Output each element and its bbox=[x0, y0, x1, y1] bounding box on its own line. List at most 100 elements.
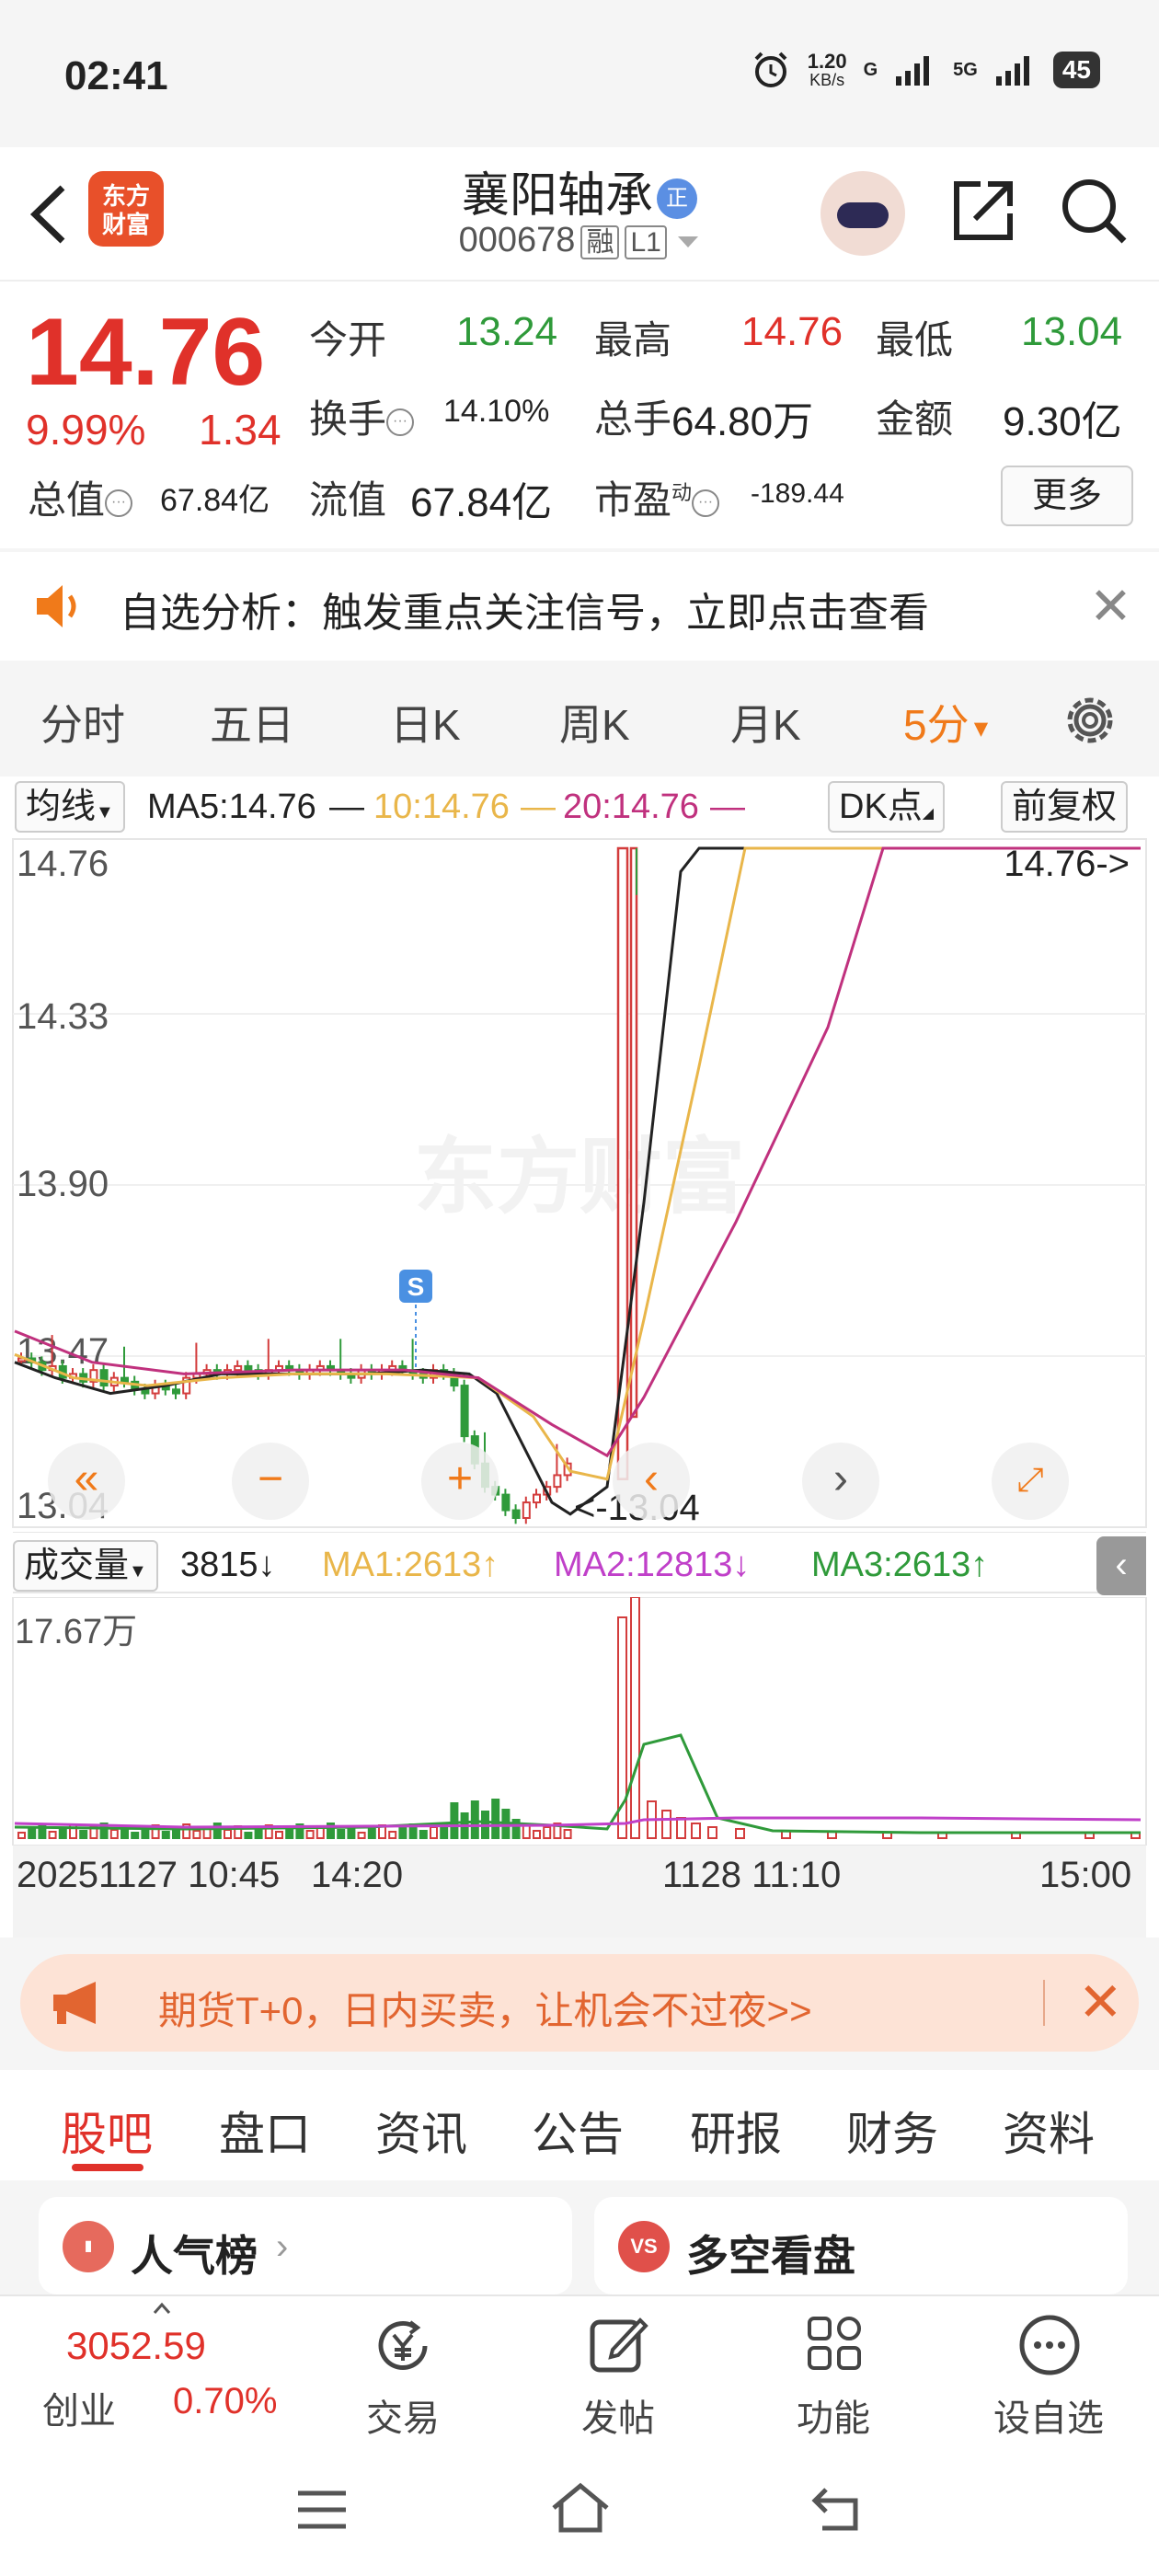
stat-label-pe: 市盈动 ··· bbox=[594, 469, 720, 525]
tab-daily-k[interactable]: 日K bbox=[390, 692, 461, 753]
candle-body bbox=[244, 1364, 253, 1372]
alarm-icon bbox=[754, 52, 787, 87]
volume-bar bbox=[131, 1832, 140, 1839]
more-dots-icon[interactable]: ··· bbox=[386, 408, 415, 436]
close-icon[interactable]: ✕ bbox=[1078, 1971, 1123, 2033]
volume-bar bbox=[109, 1829, 119, 1839]
ma10-value: 10:14.76 bbox=[373, 788, 510, 826]
volume-bar bbox=[661, 1810, 671, 1839]
indicator-dropdown[interactable]: 均线▼ bbox=[15, 781, 125, 833]
watermark: 东方财富 bbox=[414, 1132, 745, 1224]
signal-label: S bbox=[407, 1272, 425, 1301]
scroll-left-icon[interactable]: ‹ bbox=[613, 1443, 690, 1520]
chevron-down-icon[interactable] bbox=[676, 233, 700, 251]
kline-chart[interactable]: 东方财富 14.7614.3313.9013.4713.04 14.76-><-… bbox=[0, 837, 1159, 1536]
volume-panel[interactable]: 成交量▼ 3815↓ MA1:2613↑ MA2:12813↓ MA3:2613… bbox=[0, 1533, 1159, 1938]
home-icon[interactable] bbox=[548, 2480, 613, 2536]
more-circle-icon bbox=[1019, 2315, 1080, 2375]
signal-bars-icon bbox=[896, 56, 930, 86]
vs-icon: VS bbox=[618, 2221, 670, 2272]
more-dots-icon[interactable]: ··· bbox=[692, 489, 720, 517]
signal-5g: 5G bbox=[953, 59, 978, 80]
price-axis-label: 13.90 bbox=[17, 1164, 109, 1204]
index-change: 0.70% bbox=[173, 2381, 278, 2421]
stat-value-amount: 9.30亿 bbox=[1003, 399, 1122, 444]
search-icon[interactable] bbox=[1058, 175, 1130, 247]
menu-icon[interactable] bbox=[294, 2488, 350, 2532]
footer-label: 功能 bbox=[797, 2398, 870, 2439]
zoom-in-icon[interactable]: + bbox=[421, 1443, 499, 1520]
fullscreen-icon[interactable]: ⤢ bbox=[992, 1443, 1069, 1520]
back-icon[interactable] bbox=[809, 2482, 865, 2534]
index-ticker[interactable]: 3052.59 创业 0.70% bbox=[18, 2296, 277, 2444]
dk-point-button[interactable]: DK点◢ bbox=[828, 781, 946, 833]
zoom-out-icon[interactable]: − bbox=[232, 1443, 309, 1520]
tab-forum[interactable]: 股吧 bbox=[61, 2098, 153, 2164]
stat-value-volume: 64.80万 bbox=[671, 399, 814, 444]
level-tag: L1 bbox=[625, 225, 667, 259]
volume-bar bbox=[192, 1830, 201, 1839]
stat-label-volume: 总手 bbox=[594, 397, 672, 441]
card-title: 人气榜 bbox=[131, 2232, 258, 2280]
close-icon[interactable]: ✕ bbox=[1089, 576, 1132, 637]
price-axis-label: 14.33 bbox=[17, 996, 109, 1037]
gear-icon[interactable] bbox=[1060, 690, 1120, 751]
index-value: 3052.59 bbox=[66, 2324, 206, 2367]
volume-bar bbox=[563, 1829, 572, 1839]
tab-profile[interactable]: 资料 bbox=[1003, 2098, 1095, 2164]
tab-announcements[interactable]: 公告 bbox=[532, 2098, 624, 2164]
volume-bar bbox=[305, 1830, 315, 1839]
scroll-left-fast-icon[interactable]: « bbox=[48, 1443, 125, 1520]
futures-ad-banner[interactable]: 期货T+0，日内买卖，让机会不过夜>> ✕ bbox=[20, 1954, 1139, 2052]
stock-header: 东方 财富 襄阳轴承正 000678 融 L1 bbox=[0, 147, 1159, 282]
stock-code: 000678 bbox=[458, 221, 576, 259]
popularity-card[interactable]: ▮ 人气榜 › bbox=[39, 2197, 572, 2294]
chevron-down-icon: ▼ bbox=[96, 802, 114, 822]
volume-bar bbox=[337, 1829, 346, 1839]
tab-monthly-k[interactable]: 月K bbox=[730, 692, 801, 753]
collapse-arrow-icon[interactable]: ‹ bbox=[1096, 1536, 1146, 1595]
tab-five-minute[interactable]: 5分▼ bbox=[903, 692, 993, 753]
tab-intraday[interactable]: 分时 bbox=[40, 692, 125, 753]
status-icons: 1.20 KB/s G 5G 45 bbox=[751, 50, 1100, 90]
price-axis-label: 14.76 bbox=[17, 844, 109, 884]
share-icon[interactable] bbox=[947, 175, 1019, 247]
tab-news[interactable]: 资讯 bbox=[375, 2098, 467, 2164]
pe-dynamic-mark: 动 bbox=[671, 481, 693, 504]
tab-financials[interactable]: 财务 bbox=[846, 2098, 938, 2164]
volume-bar bbox=[244, 1832, 253, 1839]
assistant-robot-icon[interactable] bbox=[820, 171, 905, 256]
footer-label: 交易 bbox=[366, 2398, 440, 2439]
stat-value-turnover: 14.10% bbox=[443, 394, 550, 429]
post-button[interactable]: 发帖 bbox=[508, 2296, 729, 2444]
kline-svg[interactable]: 东方财富 14.7614.3313.9013.4713.04 14.76-><-… bbox=[0, 837, 1159, 1536]
tab-five-day[interactable]: 五日 bbox=[210, 692, 294, 753]
long-short-card[interactable]: VS 多空看盘 bbox=[594, 2197, 1128, 2294]
high-price-marker: 14.76-> bbox=[1004, 844, 1130, 884]
volume-bar bbox=[161, 1831, 170, 1839]
candle-body bbox=[501, 1493, 511, 1512]
volume-dropdown[interactable]: 成交量▼ bbox=[13, 1540, 158, 1592]
index-name: 创业 bbox=[42, 2391, 116, 2432]
trade-button[interactable]: 交易 bbox=[293, 2296, 513, 2444]
tab-order-book[interactable]: 盘口 bbox=[219, 2098, 311, 2164]
volume-legend: 成交量▼ 3815↓ MA1:2613↑ MA2:12813↓ MA3:2613… bbox=[13, 1536, 1146, 1595]
stat-value-total-value: 67.84亿 bbox=[160, 483, 270, 518]
add-watchlist-button[interactable]: 设自选 bbox=[938, 2296, 1159, 2444]
volume-bar bbox=[707, 1826, 717, 1839]
tab-research[interactable]: 研报 bbox=[690, 2098, 782, 2164]
adjust-button[interactable]: 前复权 bbox=[1001, 781, 1129, 833]
watermark-text: 东方财富 bbox=[414, 1132, 745, 1224]
functions-button[interactable]: 功能 bbox=[723, 2296, 944, 2444]
candle-body bbox=[553, 1474, 562, 1489]
more-button[interactable]: 更多 bbox=[1001, 466, 1133, 526]
price-axis: 14.7614.3313.9013.4713.04 bbox=[17, 844, 109, 1526]
volume-bar bbox=[367, 1828, 376, 1839]
tab-weekly-k[interactable]: 周K bbox=[559, 692, 630, 753]
scroll-right-icon[interactable]: › bbox=[802, 1443, 879, 1520]
bottom-toolbar: 3052.59 创业 0.70% 交易 发帖 功能 设自选 bbox=[0, 2294, 1159, 2442]
volume-bar bbox=[735, 1828, 745, 1839]
more-dots-icon[interactable]: ··· bbox=[105, 489, 133, 517]
analysis-alert[interactable]: 自选分析：触发重点关注信号，立即点击查看 ✕ bbox=[0, 552, 1159, 661]
stat-label-float-value: 流值 bbox=[309, 478, 387, 522]
